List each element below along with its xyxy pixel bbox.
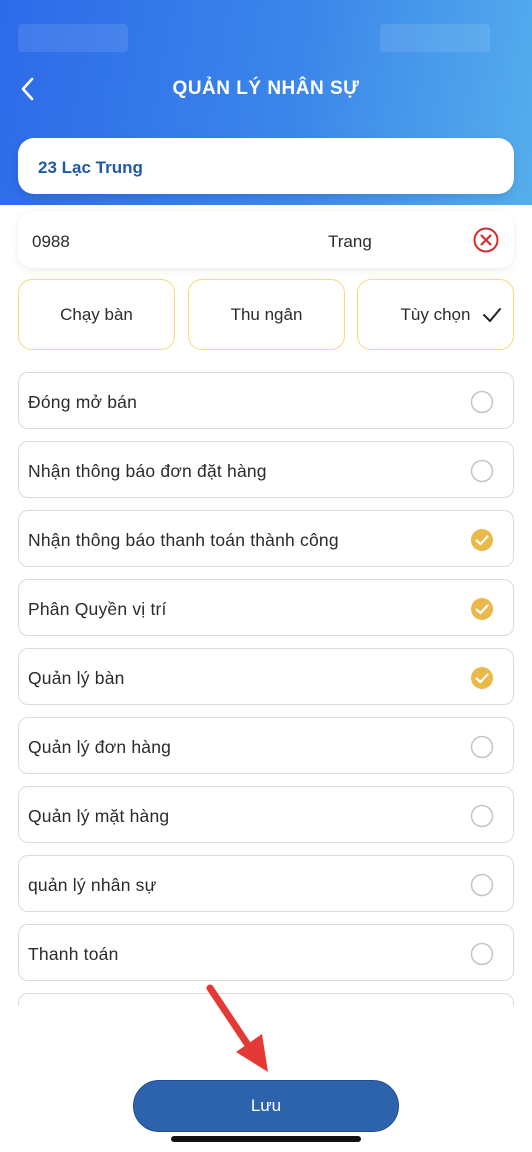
- home-indicator: [171, 1136, 361, 1142]
- permission-item[interactable]: Đóng mở bán: [18, 372, 514, 429]
- status-bar-right: [380, 24, 490, 52]
- permission-label: Quản lý đơn hàng: [28, 737, 172, 757]
- checked-circle-icon[interactable]: [470, 597, 494, 621]
- store-card[interactable]: 23 Lạc Trung: [18, 138, 514, 194]
- permission-label: Nhận thông báo thanh toán thành công: [28, 530, 339, 550]
- unchecked-circle-icon[interactable]: [470, 873, 494, 897]
- role-option-thu-ngan[interactable]: Thu ngân: [188, 279, 345, 350]
- unchecked-circle-icon[interactable]: [470, 390, 494, 414]
- permission-label: Quản lý mặt hàng: [28, 806, 170, 826]
- unchecked-circle-icon[interactable]: [470, 459, 494, 483]
- page-title: QUẢN LÝ NHÂN SỰ: [172, 78, 360, 99]
- permission-label: Quản lý bàn: [28, 668, 125, 688]
- permission-label: quản lý nhân sự: [28, 875, 157, 895]
- annotation-arrow-icon: [206, 984, 268, 1072]
- user-card: 0988 Trang: [18, 212, 514, 268]
- permission-item[interactable]: Quản lý mặt hàng: [18, 786, 514, 843]
- role-label: Thu ngân: [230, 304, 303, 324]
- role-option-tuy-chon[interactable]: Tùy chọn: [357, 279, 514, 350]
- unchecked-circle-icon[interactable]: [470, 735, 494, 759]
- permission-label: Nhận thông báo đơn đặt hàng: [28, 461, 267, 481]
- user-name: Trang: [328, 232, 372, 251]
- permission-item[interactable]: Thanh toán: [18, 924, 514, 981]
- unchecked-circle-icon[interactable]: [470, 942, 494, 966]
- remove-user-button[interactable]: [472, 226, 500, 254]
- user-phone: 0988: [32, 232, 70, 251]
- checked-circle-icon[interactable]: [470, 528, 494, 552]
- permission-item[interactable]: Quản lý đơn hàng: [18, 717, 514, 774]
- permission-item[interactable]: quản lý nhân sự: [18, 855, 514, 912]
- permission-label: Thanh toán: [28, 944, 119, 964]
- permission-item[interactable]: Nhận thông báo thanh toán thành công: [18, 510, 514, 567]
- permission-item[interactable]: Quản lý bàn: [18, 648, 514, 705]
- checked-circle-icon[interactable]: [470, 666, 494, 690]
- checkmark-icon: [483, 308, 501, 322]
- role-label: Chạy bàn: [60, 304, 133, 324]
- role-label: Tùy chọn: [400, 304, 471, 324]
- permission-label: Phân Quyền vị trí: [28, 599, 167, 619]
- save-button[interactable]: Lưu: [133, 1080, 399, 1132]
- close-circle-icon: [473, 227, 499, 253]
- unchecked-circle-icon[interactable]: [470, 804, 494, 828]
- store-name: 23 Lạc Trung: [38, 158, 143, 177]
- permission-item[interactable]: Nhận thông báo đơn đặt hàng: [18, 441, 514, 498]
- status-bar-left: [18, 24, 128, 52]
- permission-label: Đóng mở bán: [28, 392, 138, 412]
- permission-list[interactable]: Đóng mở bán Nhận thông báo đơn đặt hàng …: [18, 372, 514, 1006]
- permission-item[interactable]: Phân Quyền vị trí: [18, 579, 514, 636]
- role-option-chay-ban[interactable]: Chạy bàn: [18, 279, 175, 350]
